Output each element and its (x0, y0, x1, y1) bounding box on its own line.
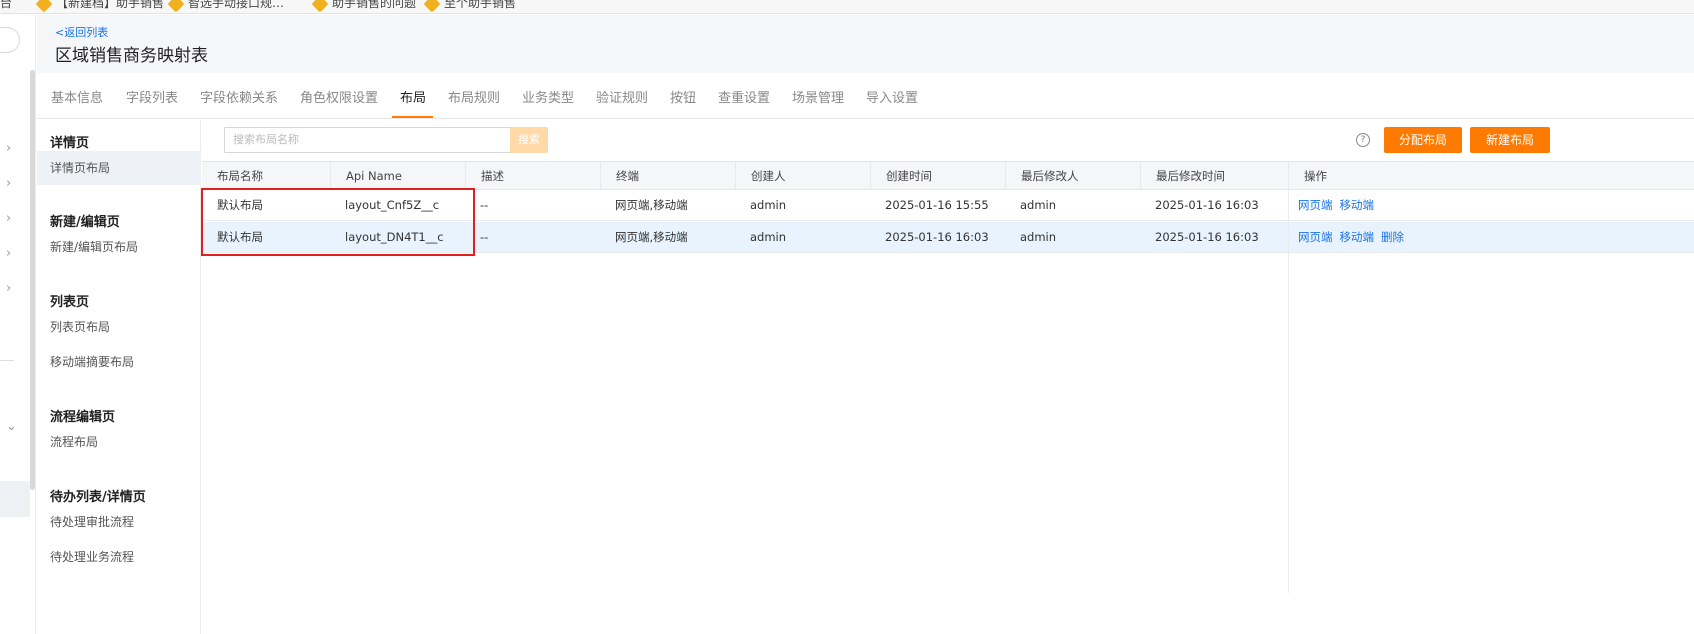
cell-created-time: 2025-01-16 15:55 (885, 198, 989, 212)
chevron-right-icon[interactable]: › (6, 211, 11, 226)
op-mobile-link[interactable]: 移动端 (1340, 230, 1375, 244)
tab-layout-rules[interactable]: 布局规则 (448, 87, 500, 106)
section-title-flow: 流程编辑页 (50, 410, 116, 425)
chevron-right-icon[interactable]: › (6, 246, 11, 261)
sidebar-item-pending-business-flow[interactable]: 待处理业务流程 (37, 540, 201, 574)
column-header: 操作 (1288, 162, 1694, 190)
bookmark-item[interactable]: 智选手动接口规… (167, 0, 284, 12)
tab-basic-info[interactable]: 基本信息 (51, 87, 103, 106)
assign-layout-button[interactable]: 分配布局 (1384, 127, 1462, 153)
cell-creator: admin (750, 230, 787, 244)
table-header: 布局名称 Api Name 描述 终端 创建人 创建时间 最后修改人 最后修改时… (202, 161, 1694, 190)
tab-scene-management[interactable]: 场景管理 (792, 87, 844, 106)
column-divider (1288, 190, 1289, 593)
column-header: Api Name (330, 162, 465, 190)
cell-terminal: 网页端,移动端 (615, 230, 688, 244)
bookmark-item[interactable]: 【新建档】助手销售 (35, 0, 164, 12)
cell-created-time: 2025-01-16 16:03 (885, 230, 989, 244)
sidebar-item-list-layout[interactable]: 列表页布局 (37, 310, 201, 344)
new-layout-button[interactable]: 新建布局 (1470, 127, 1550, 153)
search-input[interactable] (225, 128, 511, 152)
sidebar-item-edit-layout[interactable]: 新建/编辑页布局 (37, 230, 201, 264)
op-delete-link[interactable]: 删除 (1381, 230, 1404, 244)
cell-terminal: 网页端,移动端 (615, 198, 688, 212)
section-title-todo: 待办列表/详情页 (50, 490, 146, 505)
op-mobile-link[interactable]: 移动端 (1340, 198, 1375, 212)
nav-item-selected[interactable] (0, 481, 30, 517)
tab-import-settings[interactable]: 导入设置 (866, 87, 918, 106)
search-box (224, 127, 512, 153)
back-to-list-link[interactable]: <返回列表 (55, 24, 108, 40)
chevron-down-icon[interactable]: ⌄ (6, 419, 17, 434)
search-button[interactable]: 搜索 (510, 127, 548, 153)
cell-modified-time: 2025-01-16 16:03 (1155, 230, 1259, 244)
left-nav-rail: › › › › › ⌄ (0, 15, 36, 634)
cell-modifier: admin (1020, 198, 1057, 212)
nav-scrollbar[interactable] (30, 70, 35, 490)
active-tab-indicator (392, 116, 433, 118)
cell-operations: 网页端 移动端 删除 (1283, 222, 1411, 253)
bookmark-item[interactable]: 至个助手销售 (423, 0, 516, 12)
tab-field-dependency[interactable]: 字段依赖关系 (200, 87, 278, 106)
column-header: 最后修改时间 (1140, 162, 1288, 190)
highlight-annotation-box (201, 188, 475, 256)
section-title-edit: 新建/编辑页 (50, 215, 120, 230)
op-web-link[interactable]: 网页端 (1298, 198, 1333, 212)
column-header: 创建时间 (870, 162, 1005, 190)
op-web-link[interactable]: 网页端 (1298, 230, 1333, 244)
tab-field-list[interactable]: 字段列表 (126, 87, 178, 106)
bookmark-tag-icon (167, 0, 185, 12)
cell-creator: admin (750, 198, 787, 212)
chevron-right-icon[interactable]: › (6, 176, 11, 191)
page-title: 区域销售商务映射表 (55, 46, 208, 66)
section-title-detail: 详情页 (50, 136, 90, 151)
tab-dedup-settings[interactable]: 查重设置 (718, 87, 770, 106)
column-header: 创建人 (735, 162, 870, 190)
tab-business-type[interactable]: 业务类型 (522, 87, 574, 106)
cell-modified-time: 2025-01-16 16:03 (1155, 198, 1259, 212)
page-header: <返回列表 区域销售商务映射表 (37, 15, 1694, 73)
tab-validation-rules[interactable]: 验证规则 (596, 87, 648, 106)
column-header: 布局名称 (217, 169, 263, 183)
bookmark-tag-icon (311, 0, 329, 12)
bookmark-tag-icon (35, 0, 53, 12)
tab-role-permission[interactable]: 角色权限设置 (300, 87, 378, 106)
tab-buttons[interactable]: 按钮 (670, 87, 696, 106)
bookmark-bar: 台 【新建档】助手销售 智选手动接口规… 助手销售的问题 至个助手销售 (0, 0, 1694, 14)
sidebar-item-pending-approval[interactable]: 待处理审批流程 (37, 505, 201, 539)
chevron-right-icon[interactable]: › (6, 281, 11, 296)
layout-type-sidebar: 详情页 详情页布局 新建/编辑页 新建/编辑页布局 列表页 列表页布局 移动端摘… (37, 120, 201, 634)
section-title-list: 列表页 (50, 295, 90, 310)
column-header: 描述 (465, 162, 600, 190)
sidebar-item-detail-layout[interactable]: 详情页布局 (37, 151, 201, 185)
help-icon[interactable]: ? (1356, 133, 1370, 147)
sidebar-item-flow-layout[interactable]: 流程布局 (37, 425, 201, 459)
bookmark-item[interactable]: 助手销售的问题 (311, 0, 416, 12)
chevron-right-icon[interactable]: › (6, 141, 11, 156)
column-header: 终端 (600, 162, 735, 190)
bookmark-item[interactable]: 台 (0, 0, 12, 11)
tab-layout[interactable]: 布局 (400, 87, 426, 106)
sidebar-item-mobile-summary-layout[interactable]: 移动端摘要布局 (37, 345, 201, 379)
divider (0, 360, 14, 361)
bookmark-tag-icon (423, 0, 441, 12)
nav-search-input[interactable] (0, 27, 20, 53)
tab-bar: 基本信息 字段列表 字段依赖关系 角色权限设置 布局 布局规则 业务类型 验证规… (37, 73, 1694, 119)
app-root: 台 【新建档】助手销售 智选手动接口规… 助手销售的问题 至个助手销售 › › … (0, 0, 1694, 634)
cell-modifier: admin (1020, 230, 1057, 244)
cell-operations: 网页端 移动端 (1283, 190, 1381, 221)
column-header: 最后修改人 (1005, 162, 1140, 190)
